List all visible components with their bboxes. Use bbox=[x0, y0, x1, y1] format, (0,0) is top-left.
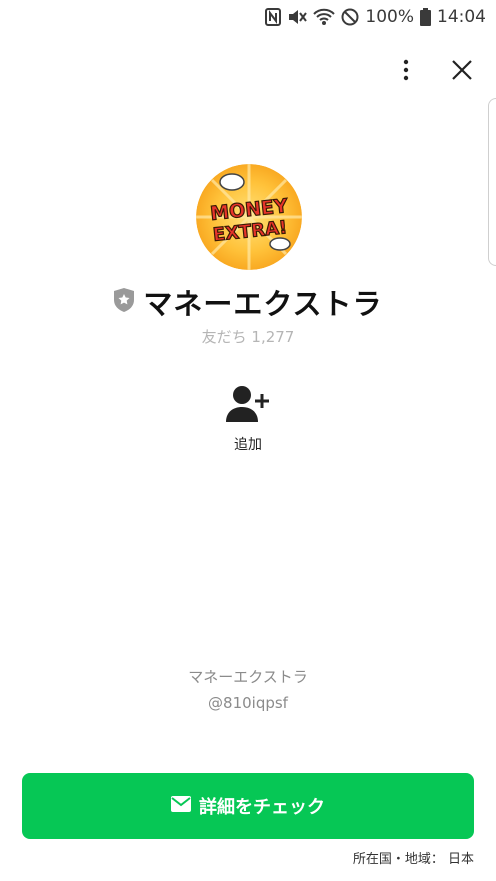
friends-count: 友だち 1,277 bbox=[201, 328, 295, 346]
profile-name: マネーエクストラ bbox=[143, 287, 383, 321]
wifi-icon bbox=[313, 8, 336, 26]
clock: 14:04 bbox=[437, 7, 486, 27]
avatar[interactable]: MONEY EXTRA! bbox=[196, 164, 302, 270]
battery-icon bbox=[420, 8, 431, 26]
account-id: @810iqpsf bbox=[208, 694, 288, 712]
close-icon bbox=[451, 59, 473, 85]
add-friend-icon bbox=[226, 384, 270, 428]
status-bar: 100% 14:04 bbox=[0, 0, 496, 34]
more-vertical-icon bbox=[403, 59, 409, 85]
profile-name-row: マネーエクストラ bbox=[0, 282, 496, 322]
edge-panel-handle[interactable] bbox=[488, 98, 496, 266]
account-name: マネーエクストラ bbox=[188, 668, 308, 686]
nfc-icon bbox=[265, 8, 282, 26]
do-not-disturb-icon bbox=[341, 8, 359, 26]
add-friend-label: 追加 bbox=[234, 437, 262, 453]
battery-percent: 100% bbox=[365, 7, 414, 27]
view-details-button[interactable]: 詳細をチェック bbox=[22, 773, 474, 839]
close-button[interactable] bbox=[442, 52, 482, 92]
mail-icon bbox=[171, 795, 191, 817]
more-options-button[interactable] bbox=[386, 52, 426, 92]
region-label: 所在国・地域： 日本 bbox=[352, 852, 474, 867]
view-details-label: 詳細をチェック bbox=[199, 797, 325, 818]
vibrate-mute-icon bbox=[287, 8, 308, 26]
add-friend-button[interactable]: 追加 bbox=[218, 384, 278, 454]
verified-shield-icon bbox=[113, 287, 135, 317]
